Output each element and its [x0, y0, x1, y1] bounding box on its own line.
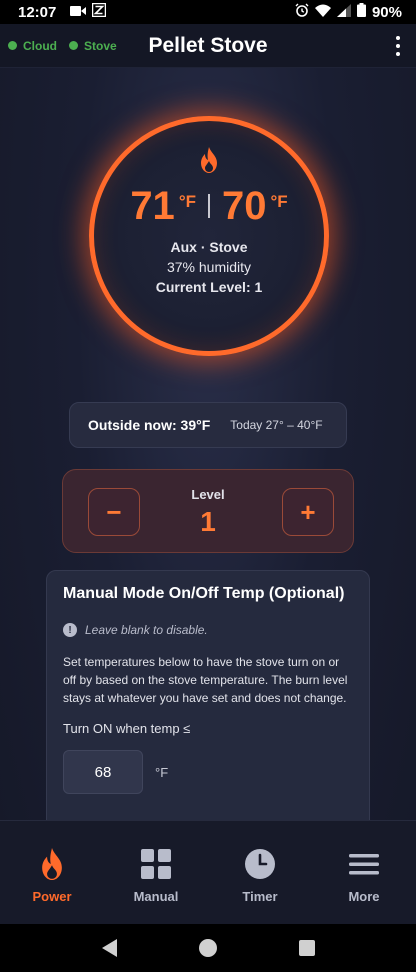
- home-icon[interactable]: [196, 936, 220, 960]
- temp-divider: [208, 194, 210, 218]
- cloud-status-dot: [8, 41, 17, 50]
- turn-on-temp-input[interactable]: [63, 750, 143, 794]
- nav-power-label: Power: [32, 889, 72, 904]
- outside-weather-card: Outside now: 39°F Today 27° – 40°F: [69, 402, 347, 448]
- turn-on-label: Turn ON when temp ≤: [63, 721, 191, 736]
- turn-on-row: °F: [63, 750, 353, 794]
- signal-icon: [336, 3, 351, 21]
- app-header: Cloud Stove Pellet Stove: [0, 24, 416, 68]
- clock-icon: [243, 847, 277, 881]
- outside-range: Today 27° – 40°F: [230, 418, 323, 432]
- turn-on-unit: °F: [155, 764, 169, 780]
- stove-status-label: Stove: [84, 38, 117, 53]
- manual-mode-card: Manual Mode On/Off Temp (Optional) ! Lea…: [46, 570, 370, 860]
- flame-icon: [199, 147, 219, 178]
- nav-timer-label: Timer: [242, 889, 278, 904]
- more-vert-icon-dot: [396, 52, 400, 56]
- more-vert-icon-dot: [396, 44, 400, 48]
- more-vert-icon-dot: [396, 36, 400, 40]
- system-nav-bar: [0, 924, 416, 972]
- level-increase-button[interactable]: +: [282, 488, 334, 536]
- mode-label: Aux · Stove: [170, 239, 248, 255]
- alarm-icon: [295, 3, 309, 21]
- nav-manual-label: Manual: [133, 889, 179, 904]
- nav-more-label: More: [348, 889, 380, 904]
- page-title: Pellet Stove: [148, 33, 268, 57]
- grid-icon: [139, 847, 173, 881]
- nav-power[interactable]: Power: [0, 821, 104, 924]
- z-notification-icon: [92, 2, 107, 21]
- manual-mode-title: Manual Mode On/Off Temp (Optional): [63, 585, 345, 602]
- battery-icon: [356, 3, 366, 21]
- outside-now: Outside now: 39°F: [88, 417, 211, 433]
- manual-mode-hint: ! Leave blank to disable.: [63, 623, 353, 637]
- recents-icon[interactable]: [295, 936, 319, 960]
- app-screen: 12:07 90% Cloud Stove Pellet Stove 71 °F…: [0, 0, 416, 972]
- cloud-status: Cloud: [8, 39, 57, 53]
- nav-manual[interactable]: Manual: [104, 821, 208, 924]
- set-temp-value: 70: [222, 184, 267, 228]
- back-icon[interactable]: [97, 936, 121, 960]
- temperature-dial: 71 °F 70 °F Aux · Stove 37% humidity Cur…: [89, 116, 329, 356]
- current-temp-unit: °F: [178, 192, 196, 211]
- info-icon: !: [63, 623, 77, 637]
- status-time: 12:07: [18, 3, 57, 21]
- humidity-label: 37% humidity: [166, 259, 252, 275]
- video-icon: [70, 4, 87, 21]
- current-level-label: Current Level: 1: [155, 279, 263, 295]
- hint-text: Leave blank to disable.: [85, 623, 208, 637]
- stove-status-dot: [69, 41, 78, 50]
- menu-icon: [347, 847, 381, 881]
- overflow-menu-button[interactable]: [394, 36, 402, 56]
- flame-icon: [35, 847, 69, 881]
- bottom-nav: Power Manual Timer More: [0, 820, 416, 924]
- status-bar: 12:07 90%: [0, 0, 416, 24]
- battery-percent: 90%: [371, 3, 402, 21]
- nav-more[interactable]: More: [312, 821, 416, 924]
- level-control: − Level 1 +: [62, 469, 354, 553]
- cloud-status-label: Cloud: [23, 38, 57, 53]
- nav-timer[interactable]: Timer: [208, 821, 312, 924]
- stove-status: Stove: [69, 39, 117, 53]
- wifi-icon: [314, 4, 331, 21]
- temperature-readout: 71 °F 70 °F: [130, 184, 287, 228]
- current-temp-value: 71: [130, 184, 175, 228]
- set-temp-unit: °F: [270, 192, 288, 211]
- manual-mode-description: Set temperatures below to have the stove…: [63, 655, 348, 705]
